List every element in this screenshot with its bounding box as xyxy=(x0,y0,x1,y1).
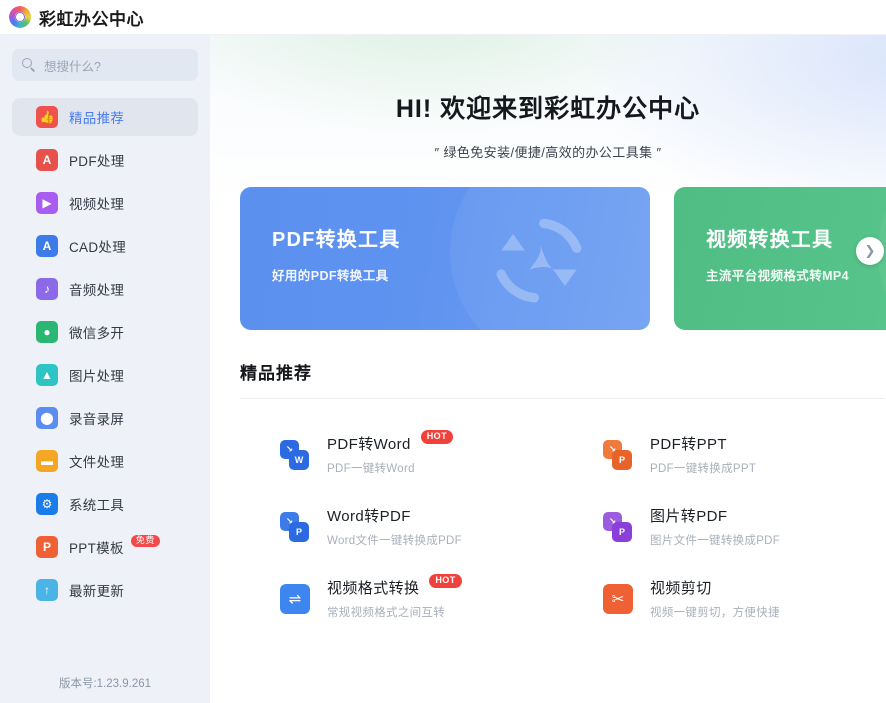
tool-desc: 图片文件一键转换成PDF xyxy=(650,532,780,548)
video-icon: ▶ xyxy=(36,192,58,214)
tool-card[interactable]: ⇌ 视频格式转换 HOT 常规视频格式之间互转 xyxy=(240,572,563,625)
tool-card[interactable]: ↘P PDF转PPT PDF一键转换成PPT xyxy=(563,428,886,481)
sidebar-item-10[interactable]: P PPT模板免费 xyxy=(12,528,198,566)
wechat-icon: ● xyxy=(36,321,58,343)
banner-video-converter[interactable]: 视频转换工具 主流平台视频格式转MP4 xyxy=(674,187,886,330)
sidebar-item-3[interactable]: A CAD处理 xyxy=(12,227,198,265)
tool-name: Word转PDF xyxy=(327,505,411,526)
video-cut-icon: ✂ xyxy=(603,584,633,614)
image-to-pdf-icon: ↘P xyxy=(603,512,633,542)
sidebar-item-label: 视频处理 xyxy=(69,193,124,213)
banner-carousel: PDF转换工具 好用的PDF转换工具 视频转换工具 主流平台视频格式转MP4 ❯ xyxy=(210,187,886,330)
sidebar-item-8[interactable]: ▬ 文件处理 xyxy=(12,442,198,480)
sidebar-item-label: 最新更新 xyxy=(69,580,124,600)
sidebar-item-5[interactable]: ● 微信多开 xyxy=(12,313,198,351)
tool-desc: 视频一键剪切，方便快捷 xyxy=(650,604,780,620)
ppt-icon: P xyxy=(36,536,58,558)
pdf-to-word-icon: ↘W xyxy=(280,440,310,470)
sidebar-item-1[interactable]: A PDF处理 xyxy=(12,141,198,179)
banner-pdf-converter[interactable]: PDF转换工具 好用的PDF转换工具 xyxy=(240,187,650,330)
sidebar-item-label: 精品推荐 xyxy=(69,107,124,127)
section-heading: 精品推荐 xyxy=(240,359,886,384)
sidebar: 想搜什么? 👍 精品推荐 A PDF处理 ▶ 视频处理 A CAD处理 ♪ 音频处理 ● 微信多开 ▲ 图… xyxy=(0,35,210,703)
content-area: HI! 欢迎来到彩虹办公中心 ″ 绿色免安装/便捷/高效的办公工具集 ″ PDF… xyxy=(210,35,886,703)
sidebar-item-label: 图片处理 xyxy=(69,365,124,385)
sidebar-item-2[interactable]: ▶ 视频处理 xyxy=(12,184,198,222)
tool-card[interactable]: ↘W PDF转Word HOT PDF一键转Word xyxy=(240,428,563,481)
sidebar-item-label: PDF处理 xyxy=(69,150,125,170)
hot-badge: HOT xyxy=(429,574,461,588)
folder-icon: ▬ xyxy=(36,450,58,472)
cad-icon: A xyxy=(36,235,58,257)
tool-desc: Word文件一键转换成PDF xyxy=(327,532,462,548)
sidebar-item-label: 微信多开 xyxy=(69,322,124,342)
pdf-refresh-art-icon xyxy=(480,201,598,319)
sidebar-item-9[interactable]: ⚙ 系统工具 xyxy=(12,485,198,523)
word-to-pdf-icon: ↘P xyxy=(280,512,310,542)
search-input[interactable]: 想搜什么? xyxy=(12,49,198,81)
page-subtitle: ″ 绿色免安装/便捷/高效的办公工具集 ″ xyxy=(210,142,886,161)
search-icon xyxy=(22,58,36,72)
sidebar-item-6[interactable]: ▲ 图片处理 xyxy=(12,356,198,394)
free-badge: 免费 xyxy=(131,535,160,548)
tool-card[interactable]: ↘P Word转PDF Word文件一键转换成PDF xyxy=(240,500,563,553)
banner-desc: 主流平台视频格式转MP4 xyxy=(706,265,886,284)
tool-card[interactable]: ↘P 图片转PDF 图片文件一键转换成PDF xyxy=(563,500,886,553)
version-label: 版本号:1.23.9.261 xyxy=(0,669,210,703)
tool-name: 图片转PDF xyxy=(650,505,727,526)
sidebar-item-7[interactable]: ⬤ 录音录屏 xyxy=(12,399,198,437)
thumbs-up-icon: 👍 xyxy=(36,106,58,128)
pdf-icon: A xyxy=(36,149,58,171)
sidebar-item-label: PPT模板 xyxy=(69,537,124,557)
tool-grid: ↘W PDF转Word HOT PDF一键转Word ↘P PDF转PPT PDF一键转换成… xyxy=(240,399,886,625)
sidebar-item-label: CAD处理 xyxy=(69,236,126,256)
tool-name: PDF转PPT xyxy=(650,433,727,454)
tool-desc: PDF一键转Word xyxy=(327,460,453,476)
sidebar-item-label: 录音录屏 xyxy=(69,408,124,428)
sidebar-item-label: 文件处理 xyxy=(69,451,124,471)
audio-icon: ♪ xyxy=(36,278,58,300)
pdf-to-ppt-icon: ↘P xyxy=(603,440,633,470)
microphone-icon: ⬤ xyxy=(36,407,58,429)
sidebar-item-11[interactable]: ↑ 最新更新 xyxy=(12,571,198,609)
chevron-right-icon[interactable]: ❯ xyxy=(856,237,884,265)
tool-desc: PDF一键转换成PPT xyxy=(650,460,756,476)
tool-card[interactable]: ✂ 视频剪切视频一键剪切，方便快捷 xyxy=(563,572,886,625)
app-title: 彩虹办公中心 xyxy=(39,5,144,30)
upload-icon: ↑ xyxy=(36,579,58,601)
sidebar-item-4[interactable]: ♪ 音频处理 xyxy=(12,270,198,308)
sidebar-nav: 👍 精品推荐 A PDF处理 ▶ 视频处理 A CAD处理 ♪ 音频处理 ● 微信多开 ▲ 图片处理 ⬤ 录音… xyxy=(0,91,210,669)
hot-badge: HOT xyxy=(421,430,453,444)
page-title: HI! 欢迎来到彩虹办公中心 xyxy=(210,89,886,125)
rainbow-logo-icon xyxy=(9,6,31,28)
recommend-section: 精品推荐 ↘W PDF转Word HOT PDF一键转Word ↘P PDF转PPT PDF… xyxy=(210,359,886,625)
video-convert-icon: ⇌ xyxy=(280,584,310,614)
sidebar-item-label: 音频处理 xyxy=(69,279,124,299)
tool-name: PDF转Word xyxy=(327,433,411,454)
search-placeholder: 想搜什么? xyxy=(44,56,101,75)
image-icon: ▲ xyxy=(36,364,58,386)
tool-name: 视频剪切 xyxy=(650,577,712,598)
title-bar: 彩虹办公中心 xyxy=(0,0,886,35)
tool-desc: 常规视频格式之间互转 xyxy=(327,604,462,620)
sidebar-item-0[interactable]: 👍 精品推荐 xyxy=(12,98,198,136)
sidebar-item-label: 系统工具 xyxy=(69,494,124,514)
hero-section: HI! 欢迎来到彩虹办公中心 ″ 绿色免安装/便捷/高效的办公工具集 ″ xyxy=(210,35,886,161)
app-window: 彩虹办公中心 想搜什么? 👍 精品推荐 A PDF处理 ▶ 视频处理 A CAD处理 ♪ 音频处理… xyxy=(0,0,886,703)
gear-icon: ⚙ xyxy=(36,493,58,515)
tool-name: 视频格式转换 xyxy=(327,577,419,598)
